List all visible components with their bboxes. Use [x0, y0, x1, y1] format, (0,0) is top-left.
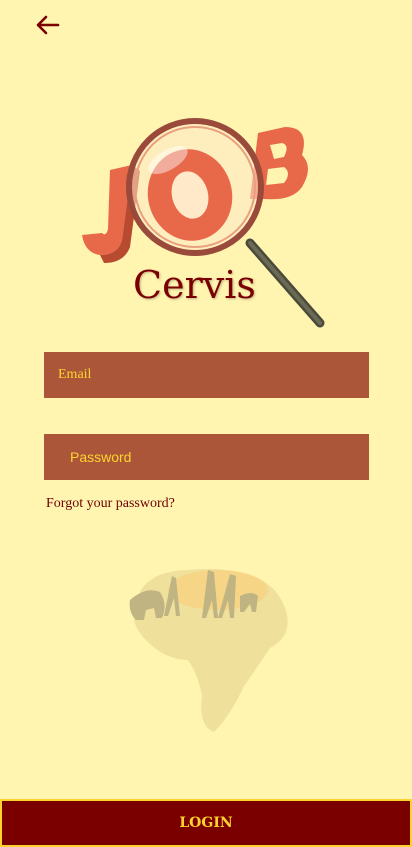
- email-field[interactable]: [44, 352, 369, 398]
- login-button[interactable]: LOGIN: [0, 799, 412, 847]
- back-button[interactable]: [30, 12, 64, 42]
- forgot-password-link[interactable]: Forgot your password?: [46, 496, 175, 512]
- app-logo: [70, 115, 350, 345]
- password-field[interactable]: [44, 434, 369, 480]
- logo-text: Cervis: [133, 263, 256, 307]
- arrow-left-icon: [34, 14, 60, 40]
- magnifier-handle: [245, 238, 325, 328]
- africa-illustration: [118, 556, 298, 736]
